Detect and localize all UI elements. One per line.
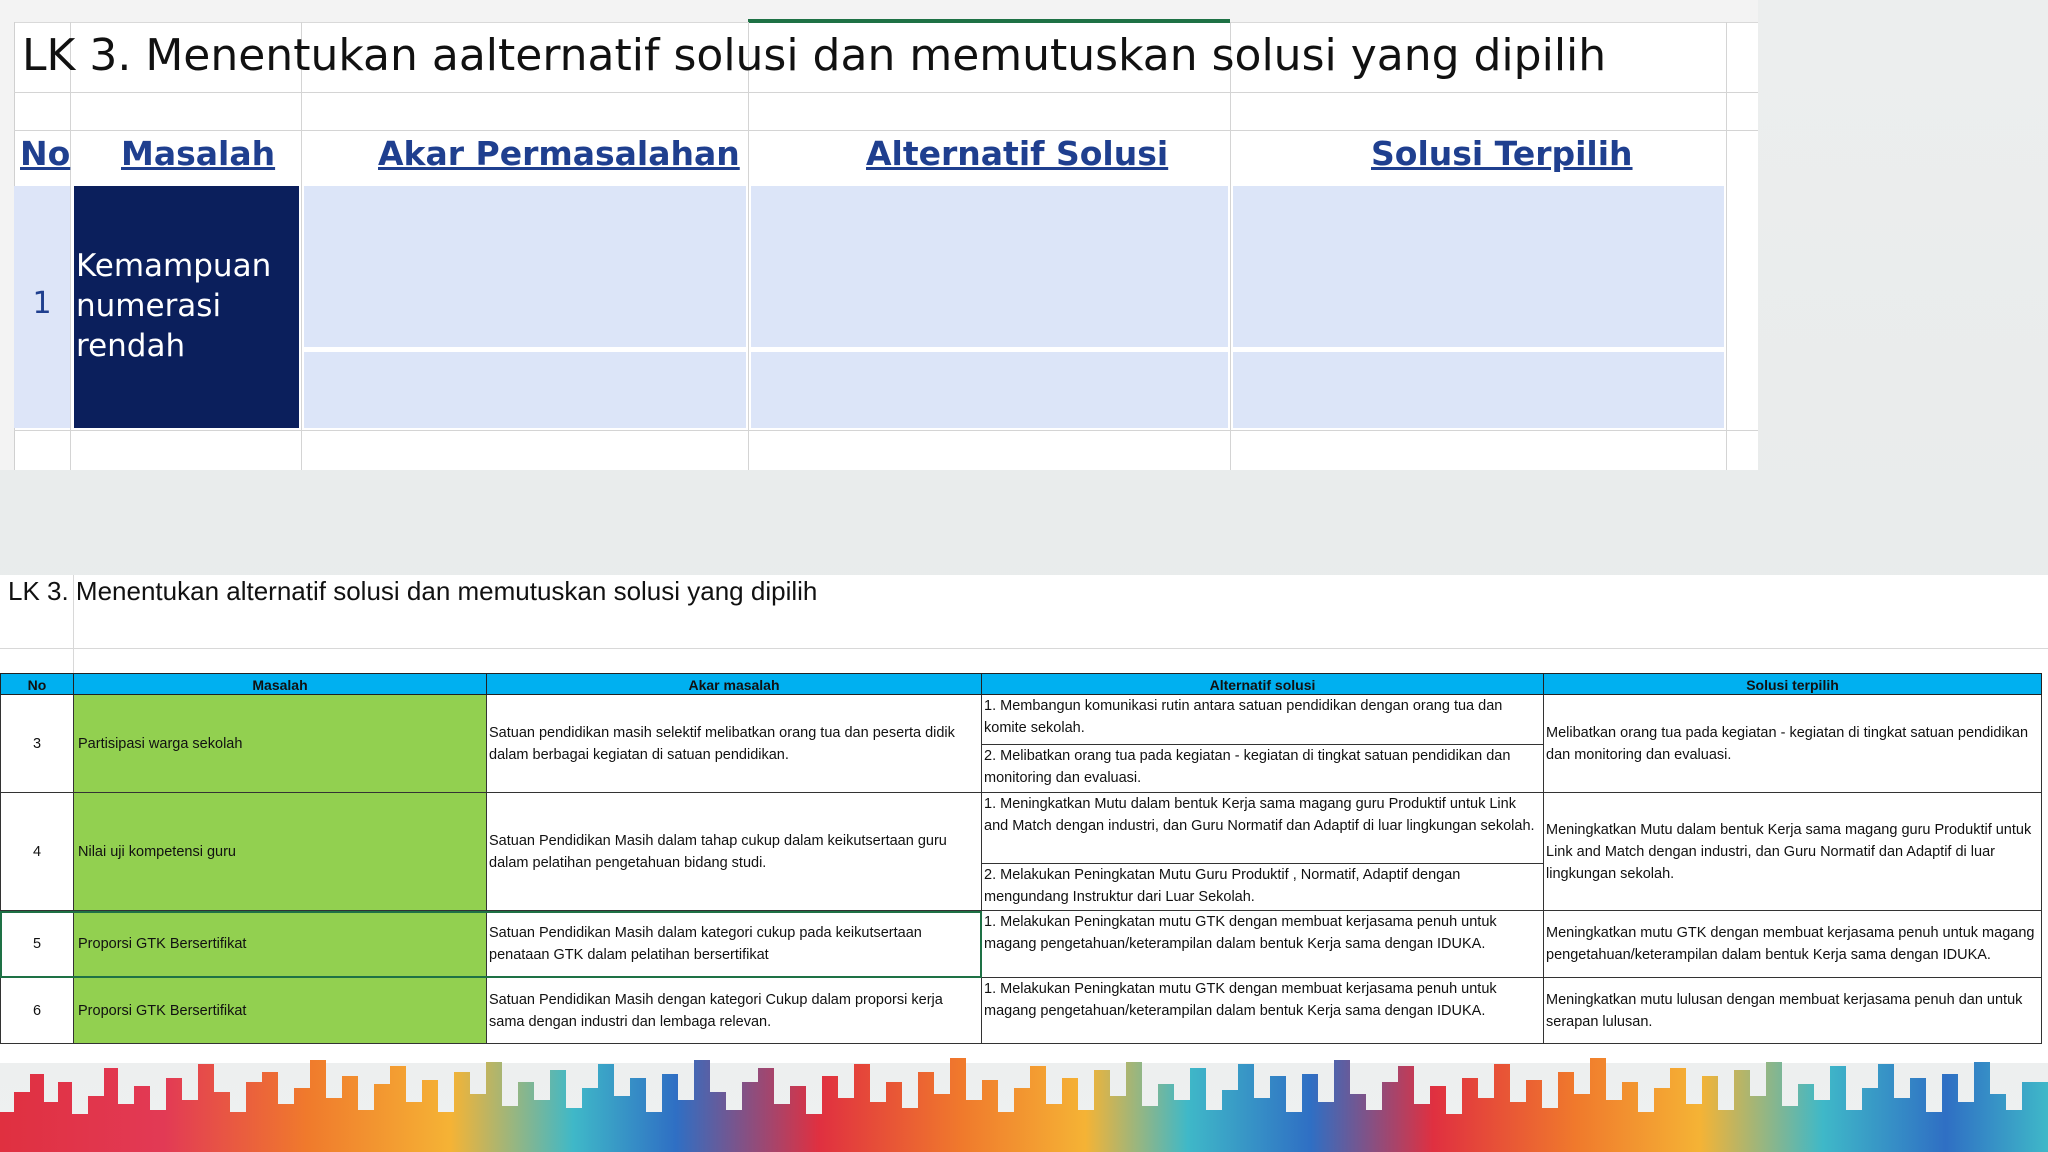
header-solusi-terpilih-2: Solusi terpilih xyxy=(1544,673,2042,695)
gridline xyxy=(70,22,71,470)
alternatif-cell[interactable]: 1. Melakukan Peningkatan mutu GTK dengan… xyxy=(982,978,1544,1044)
gridline xyxy=(14,92,1758,93)
gridline xyxy=(301,22,302,470)
selected-range xyxy=(0,911,982,978)
header-akar-masalah: Akar masalah xyxy=(487,673,982,695)
header-no-2: No xyxy=(0,673,74,695)
header-akar-permasalahan: Akar Permasalahan xyxy=(378,134,740,173)
akar-cell[interactable]: Satuan pendidikan masih selektif melibat… xyxy=(487,695,982,793)
akar-cell[interactable]: Satuan Pendidikan Masih dalam tahap cuku… xyxy=(487,793,982,911)
gridline xyxy=(1230,22,1231,470)
masalah-cell[interactable]: Nilai uji kompetensi guru xyxy=(74,793,487,911)
alternatif-cell[interactable] xyxy=(751,186,1228,347)
city-skyline-decoration xyxy=(0,1058,2048,1152)
terpilih-cell[interactable]: Meningkatkan Mutu dalam bentuk Kerja sam… xyxy=(1544,793,2042,911)
sheet-title-2: LK 3. Menentukan alternatif solusi dan m… xyxy=(8,576,818,606)
alternatif-cell[interactable]: 1. Membangun komunikasi rutin antara sat… xyxy=(982,695,1544,745)
masalah-text: Kemampuan numerasi rendah xyxy=(76,248,272,364)
row-no-cell[interactable]: 6 xyxy=(0,978,74,1044)
gridline xyxy=(14,130,1758,131)
terpilih-cell[interactable] xyxy=(1233,352,1724,428)
sheet-title: LK 3. Menentukan aalternatif solusi dan … xyxy=(22,30,1607,81)
terpilih-cell[interactable] xyxy=(1233,186,1724,347)
akar-cell[interactable] xyxy=(304,352,746,428)
row-number: 1 xyxy=(32,286,52,321)
alternatif-cell[interactable] xyxy=(751,352,1228,428)
terpilih-cell[interactable]: Melibatkan orang tua pada kegiatan - keg… xyxy=(1544,695,2042,793)
masalah-cell[interactable]: Partisipasi warga sekolah xyxy=(74,695,487,793)
row-header-strip xyxy=(0,22,15,470)
terpilih-cell[interactable]: Meningkatkan mutu GTK dengan membuat ker… xyxy=(1544,911,2042,978)
terpilih-cell[interactable]: Meningkatkan mutu lulusan dengan membuat… xyxy=(1544,978,2042,1044)
akar-cell[interactable]: Satuan Pendidikan Masih dengan kategori … xyxy=(487,978,982,1044)
active-column-indicator xyxy=(748,19,1230,23)
alternatif-cell[interactable]: 1. Melakukan Peningkatan mutu GTK dengan… xyxy=(982,911,1544,978)
gridline xyxy=(1726,22,1727,470)
gridline xyxy=(748,22,749,470)
header-no: No xyxy=(20,134,71,173)
header-masalah: Masalah xyxy=(121,134,276,173)
header-solusi-terpilih: Solusi Terpilih xyxy=(1371,134,1633,173)
alternatif-cell[interactable]: 2. Melibatkan orang tua pada kegiatan - … xyxy=(982,745,1544,793)
header-masalah-2: Masalah xyxy=(74,673,487,695)
akar-cell[interactable] xyxy=(304,186,746,347)
alternatif-cell[interactable]: 1. Meningkatkan Mutu dalam bentuk Kerja … xyxy=(982,793,1544,864)
row-no-cell[interactable]: 4 xyxy=(0,793,74,911)
gridline xyxy=(14,430,1758,431)
masalah-cell[interactable]: Proporsi GTK Bersertifikat xyxy=(74,978,487,1044)
alternatif-cell[interactable]: 2. Melakukan Peningkatan Mutu Guru Produ… xyxy=(982,864,1544,911)
row-no-cell[interactable]: 3 xyxy=(0,695,74,793)
gridline xyxy=(0,648,2048,649)
header-alternatif-solusi: Alternatif Solusi xyxy=(866,134,1169,173)
header-alternatif-solusi-2: Alternatif solusi xyxy=(982,673,1544,695)
